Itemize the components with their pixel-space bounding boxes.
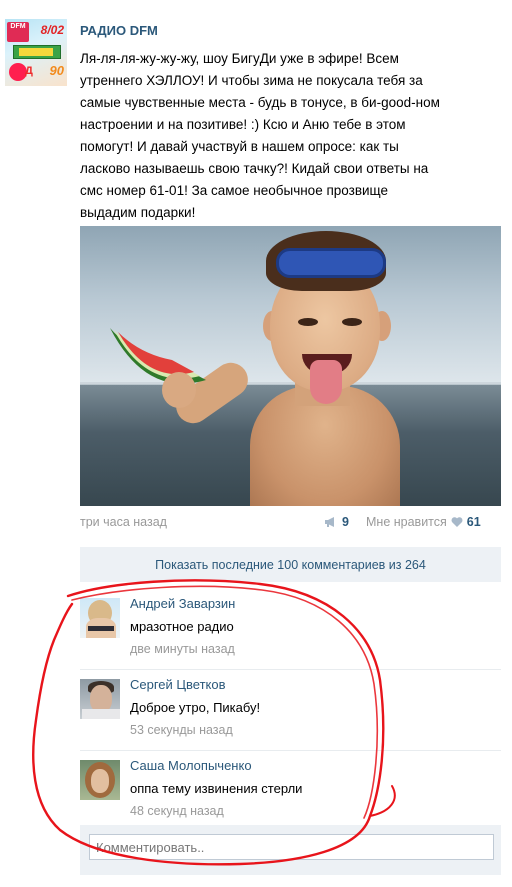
comment-avatar[interactable] [80,679,120,719]
photo-hand [162,372,196,408]
repost-count: 9 [342,515,349,529]
wall-post: DFM 8/02 Д 90 РАДИО DFM Ля-ля-ля-жу-жу-ж… [0,0,512,887]
post-author[interactable]: РАДИО DFM [80,23,158,38]
like-button[interactable]: Мне нравится 61 [366,515,481,529]
comment-text: мразотное радио [130,619,234,634]
comment-input[interactable] [89,834,494,860]
avatar-disco-text: Д [25,65,33,77]
comment-form [80,825,501,875]
avatar-ninety-text: 90 [49,63,64,78]
like-count: 61 [466,515,481,529]
avatar-clothing [82,709,120,719]
comment-text: Доброе утро, Пикабу! [130,700,261,715]
photo-tongue [310,360,342,404]
post-text: Ля-ля-ля-жу-жу-жу, шоу БигуДи уже в эфир… [80,51,440,220]
comment-time[interactable]: 48 секунд назад [130,804,224,818]
comment-author[interactable]: Сергей Цветков [130,677,226,692]
megaphone-icon [325,517,334,527]
post-photo[interactable] [80,226,501,506]
avatar-clothing [88,626,114,631]
comment-item: Андрей Заварзин мразотное радио две мину… [80,590,501,670]
photo-goggles [276,248,386,278]
photo-eye-left [298,318,318,326]
post-meta: три часа назад 9 Мне нравится 61 [80,515,501,533]
comment-item: Саша Молопыченко оппа тему извинения сте… [80,752,501,832]
post-time[interactable]: три часа назад [80,515,167,529]
comment-avatar[interactable] [80,598,120,638]
heart-icon [451,517,463,527]
comment-author[interactable]: Андрей Заварзин [130,596,235,611]
group-avatar[interactable]: DFM 8/02 Д 90 [5,19,67,86]
comment-time[interactable]: 53 секунды назад [130,723,233,737]
repost-button[interactable]: 9 [324,515,349,529]
like-label: Мне нравится [366,515,447,529]
avatar-banner-inner [19,48,53,56]
comment-text: оппа тему извинения стерли [130,781,303,796]
show-all-comments-button[interactable]: Показать последние 100 комментариев из 2… [80,547,501,582]
photo-eye-right [342,318,362,326]
comment-avatar[interactable] [80,760,120,800]
avatar-date: 8/02 [40,23,64,37]
avatar-logo: DFM [7,22,29,42]
avatar-face [91,769,109,793]
comment-time[interactable]: две минуты назад [130,642,235,656]
comment-item: Сергей Цветков Доброе утро, Пикабу! 53 с… [80,671,501,751]
comment-author[interactable]: Саша Молопыченко [130,758,252,773]
